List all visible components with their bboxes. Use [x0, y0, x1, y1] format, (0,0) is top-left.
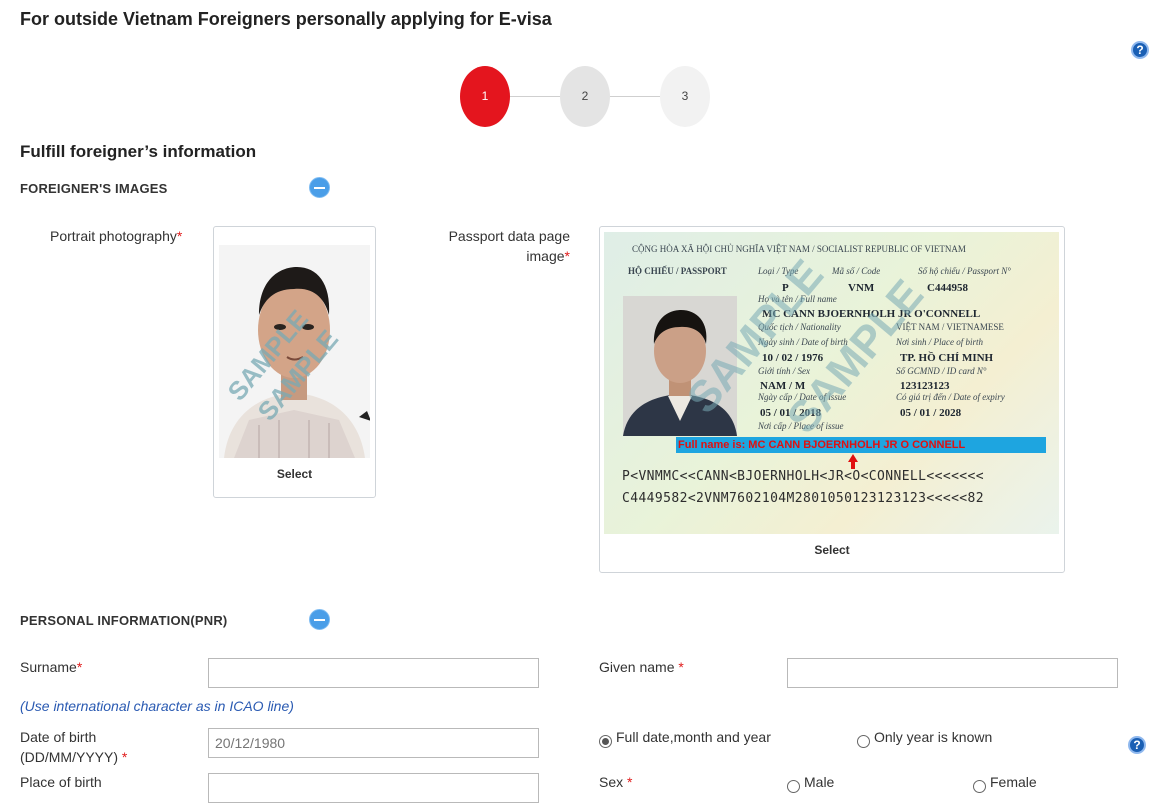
personal-section-title: PERSONAL INFORMATION(PNR)	[20, 613, 228, 628]
page-title: For outside Vietnam Foreigners personall…	[20, 9, 552, 29]
dob-input[interactable]	[208, 728, 539, 758]
passport-sample-image: CỘNG HÒA XÃ HỘI CHỦ NGHĨA VIỆT NAM / SOC…	[604, 232, 1059, 534]
given-name-input[interactable]	[787, 658, 1118, 688]
step-connector	[510, 96, 560, 97]
mrz-line-1: P<VNMMC<<CANN<BJOERNHOLH<JR<O<CONNELL<<<…	[622, 469, 984, 484]
surname-input[interactable]	[208, 658, 539, 688]
dob-full-date-label[interactable]: Full date,month and year	[616, 729, 771, 745]
step-3[interactable]: 3	[660, 66, 710, 127]
passport-id-number: 123123123	[900, 380, 950, 392]
collapse-personal-icon[interactable]	[309, 609, 330, 630]
dob-year-only-label[interactable]: Only year is known	[874, 729, 992, 745]
passport-pob: TP. HỒ CHÍ MINH	[900, 352, 994, 364]
question-icon[interactable]: ?	[1128, 736, 1146, 754]
passport-code-label: Mã số / Code	[832, 266, 881, 276]
dob-full-date-radio[interactable]	[599, 735, 612, 748]
passport-sex-label: Giới tính / Sex	[758, 366, 811, 376]
place-of-birth-label: Place of birth	[20, 774, 102, 790]
passport-id-label: Số GCMND / ID card N°	[896, 366, 987, 376]
collapse-images-icon[interactable]	[309, 177, 330, 198]
passport-doc-label: HỘ CHIẾU / PASSPORT	[628, 266, 727, 276]
icao-hint: (Use international character as in ICAO …	[20, 698, 294, 714]
step-connector	[610, 96, 660, 97]
sex-female-radio[interactable]	[973, 780, 986, 793]
sex-male-label[interactable]: Male	[804, 774, 834, 790]
dob-year-only-radio[interactable]	[857, 735, 870, 748]
question-icon[interactable]: ?	[1131, 41, 1149, 59]
place-of-birth-input[interactable]	[208, 773, 539, 803]
mrz-line-2: C4449582<2VNM7602104M2801050123123123<<<…	[622, 491, 984, 506]
arrow-stem	[851, 461, 855, 469]
passport-select-button[interactable]: Select	[599, 543, 1065, 557]
passport-no-label: Số hộ chiếu / Passport N°	[918, 266, 1011, 276]
step-1[interactable]: 1	[460, 66, 510, 127]
passport-header: CỘNG HÒA XÃ HỘI CHỦ NGHĨA VIỆT NAM / SOC…	[632, 244, 966, 254]
step-2[interactable]: 2	[560, 66, 610, 127]
passport-label: Passport data page image*	[448, 228, 570, 264]
portrait-label: Portrait photography*	[50, 228, 183, 244]
portrait-select-button[interactable]: Select	[213, 467, 376, 481]
given-name-label: Given name *	[599, 659, 684, 675]
passport-code-value: VNM	[848, 282, 875, 294]
portrait-photo	[219, 245, 370, 458]
sex-male-radio[interactable]	[787, 780, 800, 793]
fullname-callout: Full name is: MC CANN BJOERNHOLH JR O CO…	[676, 437, 1046, 453]
passport-expiry-date: 05 / 01 / 2028	[900, 407, 962, 419]
passport-number: C444958	[927, 282, 968, 294]
images-section-title: FOREIGNER'S IMAGES	[20, 181, 168, 196]
portrait-sample-image: SAMPLE SAMPLE	[219, 245, 370, 458]
sex-female-label[interactable]: Female	[990, 774, 1037, 790]
surname-label: Surname*	[20, 659, 83, 675]
sex-label: Sex *	[599, 774, 633, 790]
dob-label: Date of birth (DD/MM/YYYY) *	[20, 729, 128, 765]
passport-expiry-label: Có giá trị đến / Date of expiry	[896, 392, 1005, 402]
form-heading: Fulfill foreigner’s information	[20, 142, 257, 161]
passport-pob-label: Nơi sinh / Place of birth	[896, 337, 984, 347]
